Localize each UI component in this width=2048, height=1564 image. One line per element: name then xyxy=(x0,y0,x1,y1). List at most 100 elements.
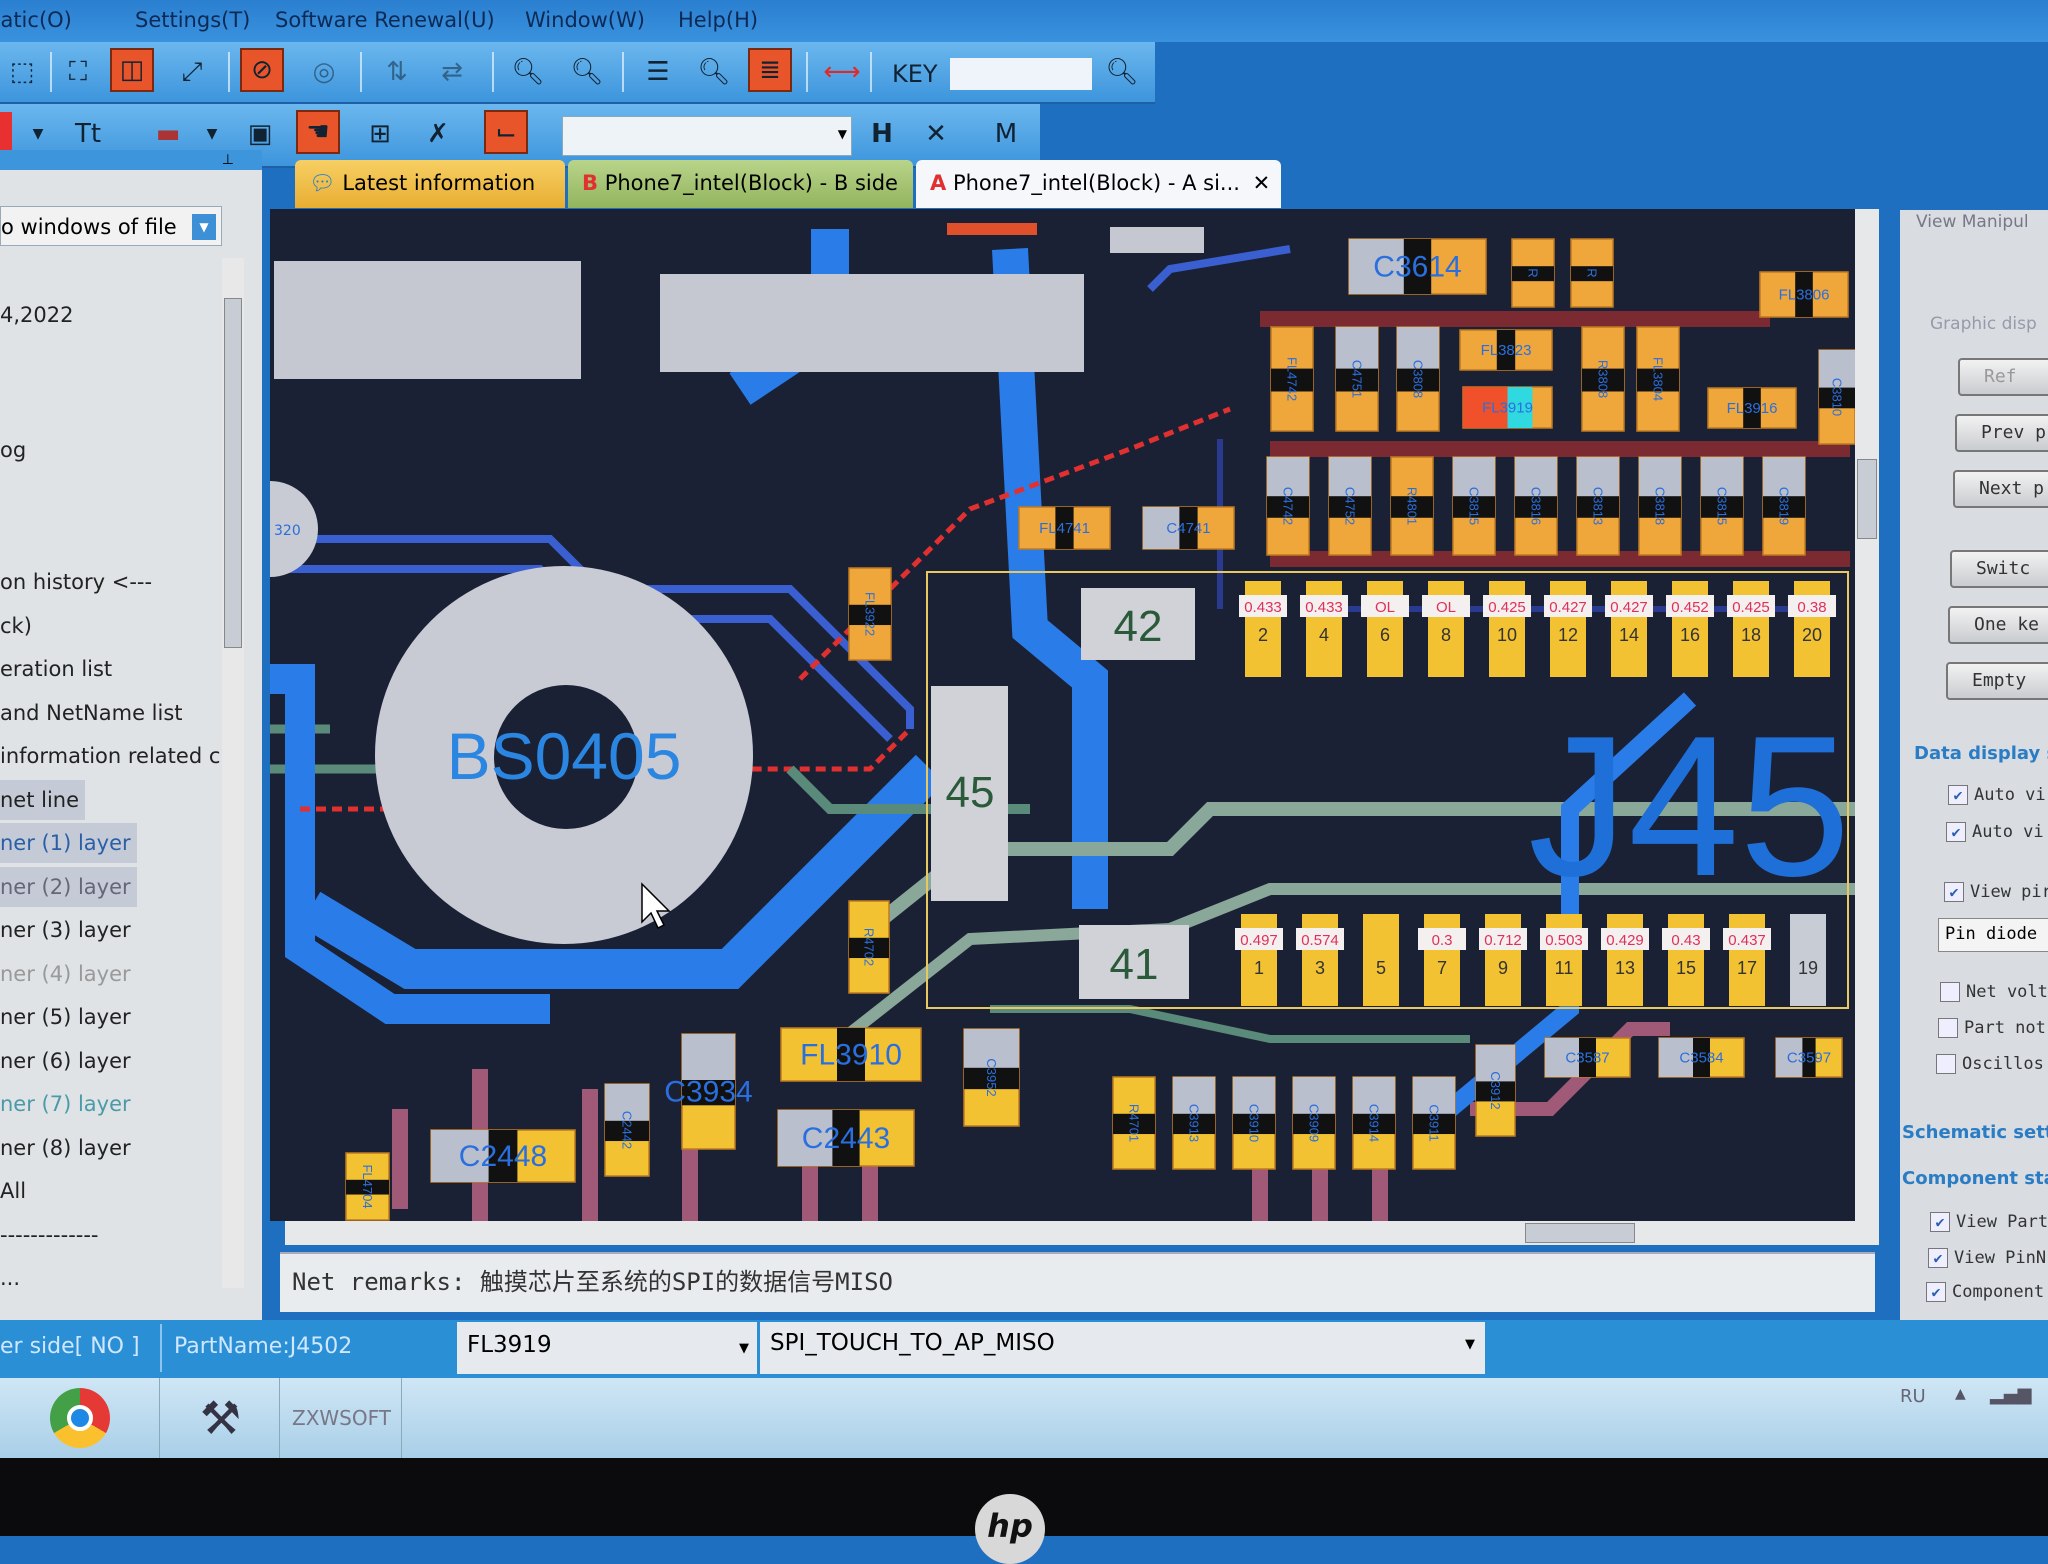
split-icon[interactable]: ☰ xyxy=(636,50,680,94)
measure-icon[interactable]: ⟷ xyxy=(820,50,864,94)
component-c2448[interactable]: C2448 xyxy=(430,1129,576,1183)
component-c3614[interactable]: C3614 xyxy=(1348,238,1487,295)
component-c3910[interactable]: C3910 xyxy=(1232,1076,1276,1170)
board-canvas[interactable]: BS0405 320 J45 42 45 41 0.433 2 0.433 4 OL 6 O… xyxy=(270,209,1855,1221)
function-list-item[interactable]: eration list xyxy=(0,649,118,689)
chevron-down-icon[interactable]: ▼ xyxy=(192,214,216,240)
component-c4751[interactable]: C4751 xyxy=(1335,326,1379,432)
function-list-item[interactable]: ner (5) layer xyxy=(0,997,137,1037)
checkbox-icon[interactable] xyxy=(1940,982,1960,1002)
select-hand-icon[interactable]: ☚ xyxy=(296,110,340,154)
option-checkbox[interactable]: ✔ View PinN xyxy=(1928,1248,2046,1268)
checkbox-icon[interactable] xyxy=(1938,1018,1958,1038)
function-list-item[interactable]: ner (6) layer xyxy=(0,1041,137,1081)
taskbar-chrome[interactable] xyxy=(0,1378,160,1458)
canvas-vertical-scrollbar[interactable] xyxy=(1855,209,1879,1221)
component-fl3916[interactable]: FL3916 xyxy=(1707,387,1797,429)
checkbox-icon[interactable]: ✔ xyxy=(1928,1248,1948,1268)
option-checkbox[interactable]: ✔ View Part xyxy=(1930,1212,2048,1232)
flip-h-icon[interactable]: ⇅ xyxy=(375,50,419,94)
checkbox-icon[interactable]: ✔ xyxy=(1926,1282,1946,1302)
component-c3815[interactable]: C3815 xyxy=(1452,456,1496,556)
component-fl4704[interactable]: FL4704 xyxy=(345,1152,390,1221)
component-c3815[interactable]: C3815 xyxy=(1700,456,1744,556)
search-icon[interactable]: 🔍︎ xyxy=(1100,50,1144,94)
component-c3934[interactable]: C3934 xyxy=(664,1033,753,1150)
component-c3597[interactable]: C3597 xyxy=(1775,1037,1843,1078)
checkbox-icon[interactable]: ✔ xyxy=(1944,882,1964,902)
component-c3808[interactable]: C3808 xyxy=(1396,326,1440,432)
function-list-item[interactable]: and NetName list xyxy=(0,693,189,733)
function-list-item[interactable]: information related c xyxy=(0,736,226,776)
component-c3818[interactable]: C3818 xyxy=(1638,456,1682,556)
zoom-in-icon[interactable]: 🔍︎ xyxy=(565,50,609,94)
tab-a-side[interactable]: A Phone7_intel(Block) - A si... ✕ xyxy=(916,160,1281,208)
canvas-horizontal-scrollbar[interactable] xyxy=(285,1221,1879,1245)
tray-arrow-icon[interactable]: ▲ xyxy=(1955,1386,1966,1402)
part-select[interactable]: FL3919 ▼ xyxy=(457,1322,757,1374)
component-r4801[interactable]: R4801 xyxy=(1390,456,1434,556)
option-checkbox[interactable]: Oscillos xyxy=(1936,1054,2044,1074)
menu-software-renewal[interactable]: Software Renewal(U) xyxy=(275,8,495,32)
component-fl3910[interactable]: FL3910 xyxy=(780,1027,922,1082)
function-list-item[interactable]: ... xyxy=(0,1258,26,1298)
menu-settings[interactable]: Settings(T) xyxy=(135,8,250,32)
component-r4702[interactable]: R4702 xyxy=(848,900,890,994)
component-c4742[interactable]: C4742 xyxy=(1266,456,1310,556)
function-list-item[interactable]: on history <--- xyxy=(0,562,158,602)
component-c2442[interactable]: C2442 xyxy=(604,1083,650,1177)
component-c3584[interactable]: C3584 xyxy=(1658,1037,1745,1078)
file-windows-select[interactable]: o windows of file xyxy=(0,206,222,246)
function-list-item[interactable]: ner (4) layer xyxy=(0,954,137,994)
empty-button[interactable]: Empty xyxy=(1946,662,2048,700)
check-icon[interactable]: ⊘ xyxy=(240,48,284,92)
option-checkbox[interactable]: ✔ Component xyxy=(1926,1282,2044,1302)
component-r4701[interactable]: R4701 xyxy=(1112,1076,1156,1170)
save-icon[interactable]: H xyxy=(860,112,904,156)
zoom-out-icon[interactable]: 🔍︎ xyxy=(506,50,550,94)
dual-view-icon[interactable]: ◫ xyxy=(110,48,154,92)
function-list-item[interactable]: ner (2) layer xyxy=(0,866,137,907)
component-fl4741[interactable]: FL4741 xyxy=(1018,506,1111,550)
mark-icon[interactable]: M xyxy=(984,112,1028,156)
fit-icon[interactable]: ⛶ xyxy=(56,50,100,94)
component-c4741[interactable]: C4741 xyxy=(1142,506,1235,550)
menu-schematic[interactable]: matic(O) xyxy=(0,8,72,32)
resize-icon[interactable]: ⤢ xyxy=(170,50,214,94)
function-list-item[interactable]: 4,2022 xyxy=(0,295,79,335)
prev-page-button[interactable]: Prev p xyxy=(1955,414,2048,452)
switch-button[interactable]: Switc xyxy=(1950,550,2048,588)
taskbar-zxwsoft[interactable]: ZXWSOFT xyxy=(282,1378,402,1458)
component-c3819[interactable]: C3819 xyxy=(1762,456,1806,556)
component-c3911[interactable]: C3911 xyxy=(1412,1076,1456,1170)
scroll-thumb[interactable] xyxy=(1525,1223,1635,1243)
component-c3813[interactable]: C3813 xyxy=(1576,456,1620,556)
menu-window[interactable]: Window(W) xyxy=(525,8,645,32)
pin-icon[interactable]: ✗ xyxy=(416,112,460,156)
function-list-item[interactable]: ------------- xyxy=(0,1215,105,1255)
component-c2443[interactable]: C2443 xyxy=(777,1109,915,1167)
checkbox-icon[interactable] xyxy=(1936,1054,1956,1074)
component-fl4742[interactable]: FL4742 xyxy=(1270,326,1314,432)
tab-latest-information[interactable]: 💬︎ Latest information xyxy=(295,160,565,208)
component-fl3919[interactable]: FL3919 xyxy=(1462,386,1553,429)
component-r[interactable]: R xyxy=(1570,238,1614,308)
function-list-item[interactable]: og xyxy=(0,430,32,470)
circle-icon[interactable]: ◎ xyxy=(302,50,346,94)
option-checkbox[interactable]: ✔ Auto vi xyxy=(1946,822,2044,842)
board-view[interactable]: BS0405 320 J45 42 45 41 0.43320.4334OL6O… xyxy=(270,209,1855,1221)
checkbox-icon[interactable]: ✔ xyxy=(1946,822,1966,842)
function-list-item[interactable]: ner (7) layer xyxy=(0,1084,137,1124)
key-input[interactable] xyxy=(950,58,1092,90)
signal-icon[interactable]: ▂▄▆ xyxy=(1990,1384,2032,1405)
component-c3810[interactable]: C3810 xyxy=(1818,349,1855,445)
checkbox-icon[interactable]: ✔ xyxy=(1930,1212,1950,1232)
component-r[interactable]: R xyxy=(1511,238,1555,308)
function-list-item[interactable]: ck) xyxy=(0,606,38,646)
function-list-item[interactable]: ner (8) layer xyxy=(0,1128,137,1168)
function-list-item[interactable]: net line xyxy=(0,779,86,820)
net-name-select[interactable]: SPI_TOUCH_TO_AP_MISO ▼ xyxy=(760,1322,1485,1374)
component-c3912[interactable]: C3912 xyxy=(1475,1044,1516,1137)
frame-icon[interactable]: ⬚ xyxy=(0,50,44,94)
close-tab-icon[interactable]: ✕ xyxy=(1253,171,1271,195)
